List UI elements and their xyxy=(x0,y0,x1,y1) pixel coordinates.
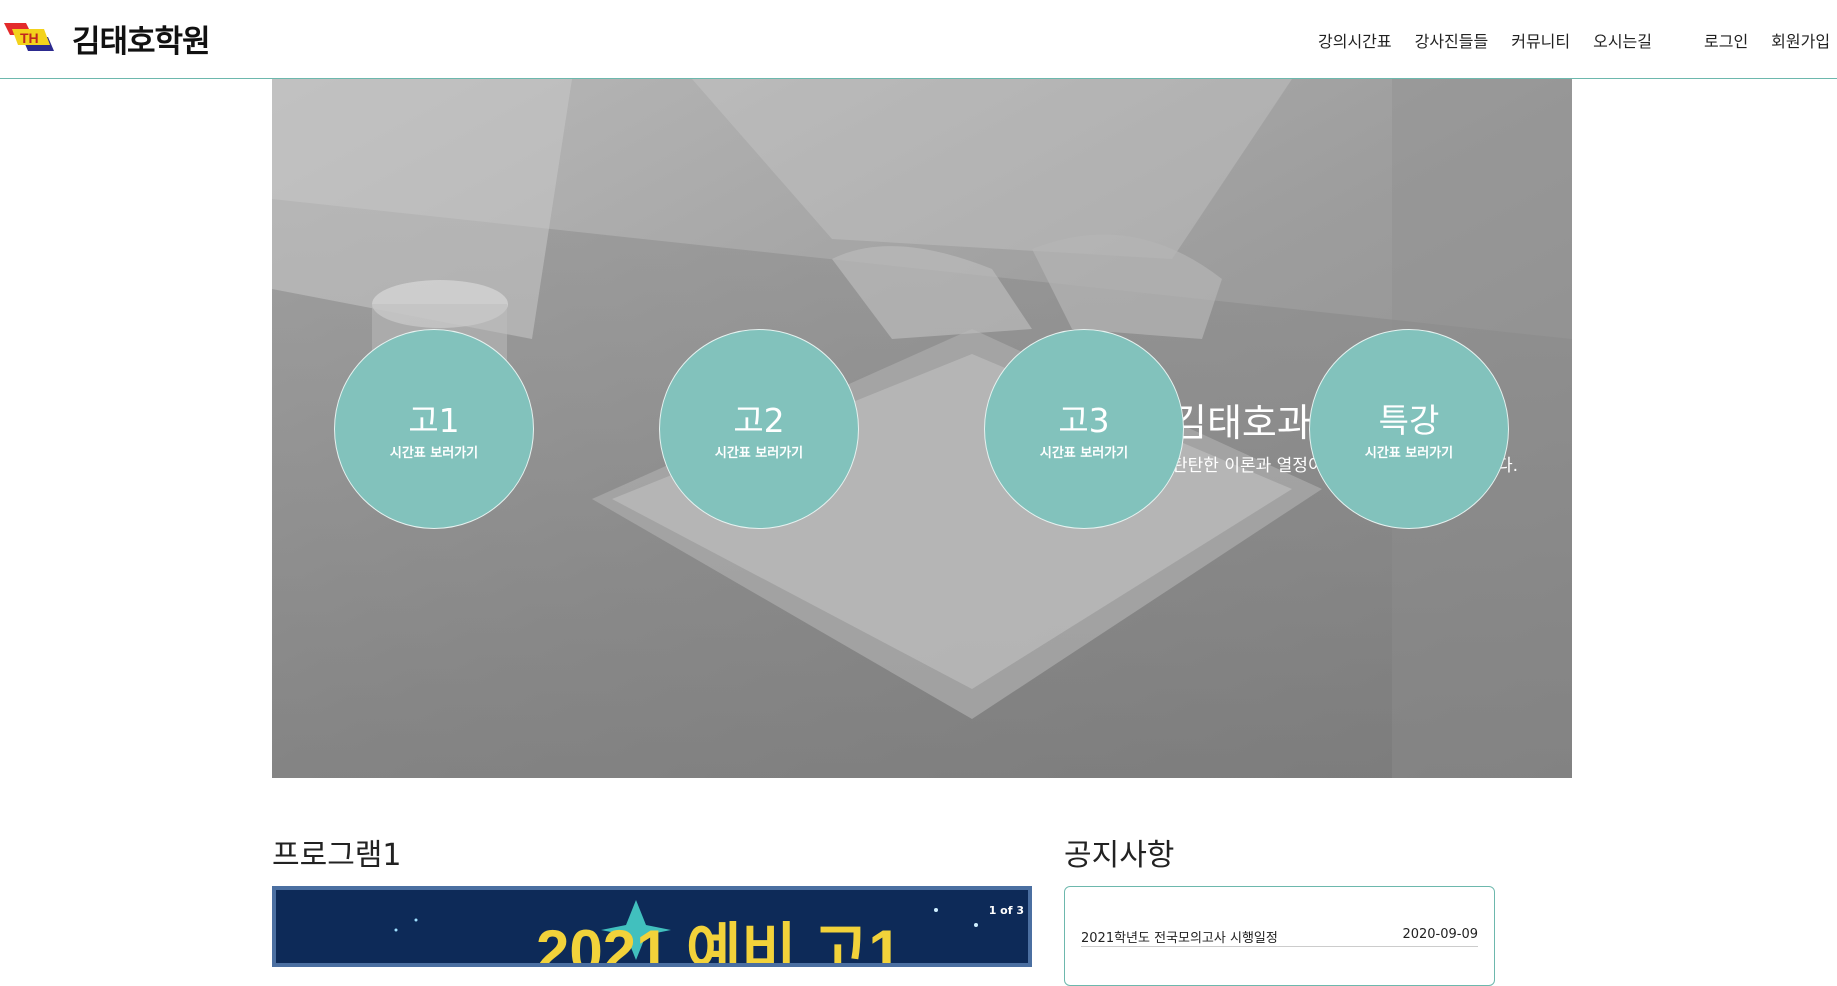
site-logo[interactable]: TH 김태호학원 xyxy=(4,16,211,61)
nav-item-instructors[interactable]: 강사진들들 xyxy=(1415,28,1489,52)
grade-button-title: 고3 xyxy=(1058,401,1110,440)
nav-item-community[interactable]: 커뮤니티 xyxy=(1511,28,1570,52)
slide-counter: 1 of 3 xyxy=(988,904,1024,917)
hero-banner: 김태호과 탄탄한 이론과 열정이 다. 고1 시간표 보러가기 고2 시간표 보… xyxy=(272,79,1572,778)
list-item[interactable]: 2021학년도 전국모의고사 시행일정 2020-09-09 xyxy=(1081,927,1478,947)
program-banner-image[interactable]: 2021 예비 고1 1 of 3 xyxy=(272,886,1032,967)
svg-text:TH: TH xyxy=(20,30,39,46)
login-link[interactable]: 로그인 xyxy=(1704,28,1748,52)
special-lecture-button[interactable]: 특강 시간표 보러가기 xyxy=(1309,329,1509,529)
grade-button-2[interactable]: 고2 시간표 보러가기 xyxy=(659,329,859,529)
grade-button-title: 고1 xyxy=(408,401,460,440)
site-header: TH 김태호학원 강의시간표 강사진들들 커뮤니티 오시는길 로그인 회원가입 xyxy=(0,0,1837,79)
grade-button-caption: 시간표 보러가기 xyxy=(714,446,804,461)
grade-button-3[interactable]: 고3 시간표 보러가기 xyxy=(984,329,1184,529)
program-section-title: 프로그램1 xyxy=(272,838,402,873)
brand-name: 김태호학원 xyxy=(72,24,211,60)
main-nav: 강의시간표 강사진들들 커뮤니티 오시는길 xyxy=(1318,28,1675,52)
notice-item-date: 2020-09-09 xyxy=(1402,927,1478,942)
signup-link[interactable]: 회원가입 xyxy=(1771,28,1830,52)
grade-button-title: 고2 xyxy=(733,401,785,440)
grade-button-caption: 시간표 보러가기 xyxy=(1364,446,1454,461)
nav-item-directions[interactable]: 오시는길 xyxy=(1593,28,1652,52)
logo-mark-icon: TH xyxy=(4,19,66,59)
hero-subtitle: 탄탄한 이론과 열정이 xyxy=(1172,456,1324,476)
nav-item-timetable[interactable]: 강의시간표 xyxy=(1318,28,1392,52)
grade-button-title: 특강 xyxy=(1378,401,1440,440)
grade-button-caption: 시간표 보러가기 xyxy=(1039,446,1129,461)
hero-headline: 김태호과 xyxy=(1172,401,1312,445)
notice-item-title: 2021학년도 전국모의고사 시행일정 xyxy=(1081,931,1278,946)
notice-section-title: 공지사항 xyxy=(1064,838,1175,873)
notice-list: 2021학년도 전국모의고사 시행일정 2020-09-09 xyxy=(1064,886,1495,986)
program-banner-text: 2021 예비 고1 xyxy=(536,918,902,963)
grade-button-1[interactable]: 고1 시간표 보러가기 xyxy=(334,329,534,529)
grade-button-caption: 시간표 보러가기 xyxy=(389,446,479,461)
program-banner-art: 2021 예비 고1 xyxy=(276,890,1028,963)
auth-links: 로그인 회원가입 xyxy=(1704,28,1837,52)
